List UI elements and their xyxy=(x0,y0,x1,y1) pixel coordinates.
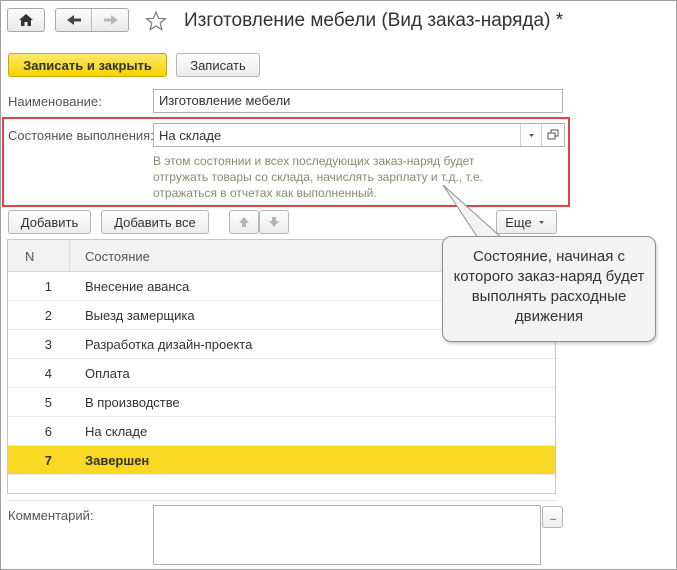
save-and-close-button[interactable]: Записать и закрыть xyxy=(8,53,167,77)
home-button[interactable] xyxy=(7,8,45,32)
comment-edit-button[interactable]: ... xyxy=(542,506,563,528)
move-up-icon xyxy=(239,217,249,227)
callout-pointer-cover xyxy=(476,237,502,241)
row-number: 4 xyxy=(44,366,52,381)
row-number: 2 xyxy=(44,308,52,323)
row-state: Внесение аванса xyxy=(85,279,190,294)
forward-button[interactable] xyxy=(93,9,129,31)
row-number: 6 xyxy=(44,424,52,439)
add-all-button[interactable]: Добавить все xyxy=(101,210,209,234)
column-header-state[interactable]: Состояние xyxy=(85,249,150,264)
row-state: Выезд замерщика xyxy=(85,308,195,323)
state-open-button[interactable] xyxy=(541,124,564,146)
back-button[interactable] xyxy=(56,9,92,31)
table-row-selected[interactable]: 7 Завершен xyxy=(8,446,555,475)
row-state: Разработка дизайн-проекта xyxy=(85,337,253,352)
row-state: Оплата xyxy=(85,366,130,381)
state-label: Состояние выполнения: xyxy=(8,128,154,143)
callout-tooltip: Состояние, начиная с которого заказ-наря… xyxy=(442,236,656,342)
state-dropdown-button[interactable] xyxy=(520,124,541,146)
open-form-icon xyxy=(547,129,559,140)
row-number: 7 xyxy=(44,453,52,468)
row-number: 3 xyxy=(44,337,52,352)
table-row[interactable]: 5 В производстве xyxy=(8,388,555,417)
dropdown-arrow-icon xyxy=(538,221,544,224)
row-number: 5 xyxy=(44,395,52,410)
row-state: В производстве xyxy=(85,395,180,410)
table-row[interactable]: 4 Оплата xyxy=(8,359,555,388)
name-input[interactable]: Изготовление мебели xyxy=(153,89,563,113)
state-select[interactable]: На складе xyxy=(153,123,565,147)
divider xyxy=(7,500,556,501)
row-state: Завершен xyxy=(85,453,150,468)
dropdown-arrow-icon xyxy=(529,134,534,137)
home-icon xyxy=(19,14,33,26)
save-button[interactable]: Записать xyxy=(176,53,260,77)
row-state: На складе xyxy=(85,424,148,439)
table-row[interactable]: 6 На складе xyxy=(8,417,555,446)
move-up-button[interactable] xyxy=(229,210,259,234)
state-value: На складе xyxy=(159,128,222,143)
ellipsis-icon: ... xyxy=(549,511,556,523)
comment-textarea[interactable] xyxy=(153,505,541,565)
star-icon[interactable] xyxy=(145,10,167,32)
forward-arrow-icon xyxy=(104,15,118,25)
column-header-n[interactable]: N xyxy=(25,249,34,264)
header-divider xyxy=(69,240,70,272)
comment-label: Комментарий: xyxy=(8,508,94,523)
navigation-buttons xyxy=(55,8,129,32)
move-down-button[interactable] xyxy=(259,210,289,234)
row-number: 1 xyxy=(44,279,52,294)
add-button[interactable]: Добавить xyxy=(8,210,91,234)
callout-pointer xyxy=(442,184,504,239)
name-label: Наименование: xyxy=(8,94,102,109)
back-arrow-icon xyxy=(67,15,81,25)
window-title: Изготовление мебели (Вид заказ-наряда) * xyxy=(184,10,564,31)
move-down-icon xyxy=(269,217,279,227)
